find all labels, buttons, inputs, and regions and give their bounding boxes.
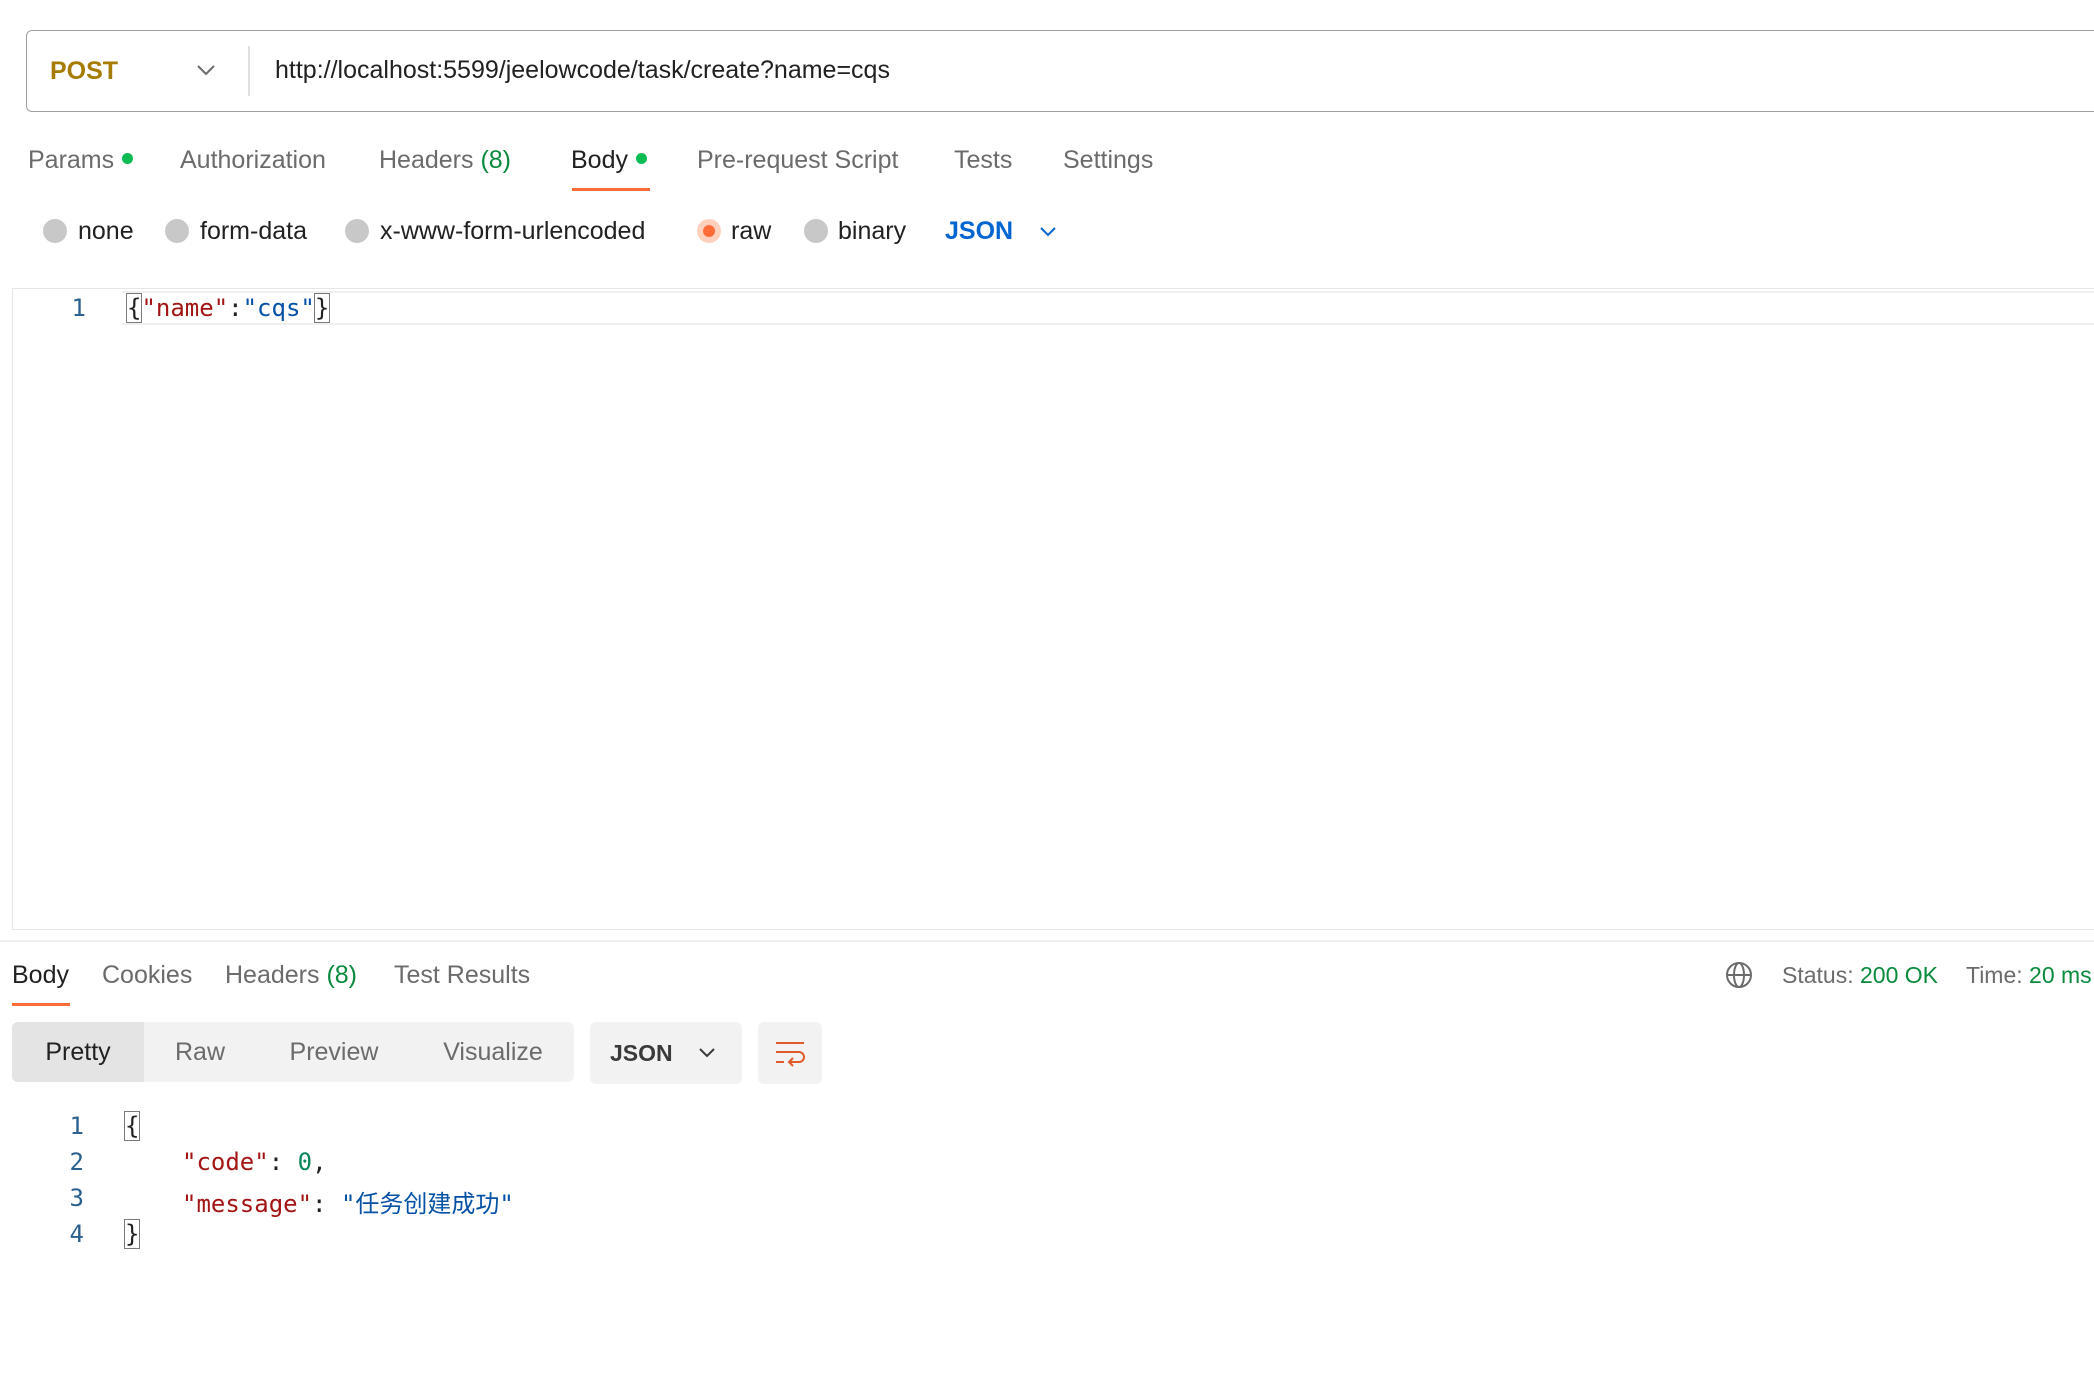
view-pretty-button[interactable]: Pretty <box>12 1022 144 1082</box>
tab-label: Settings <box>1063 146 1154 174</box>
wrap-lines-icon[interactable] <box>773 1037 807 1069</box>
radio-label-x-www-form-urlencoded[interactable]: x-www-form-urlencoded <box>380 211 645 251</box>
radio-label-binary[interactable]: binary <box>838 211 906 251</box>
brace-close: } <box>123 1219 141 1249</box>
time-label: Time: <box>1966 962 2023 988</box>
tab-label: Tests <box>954 146 1013 174</box>
response-time: Time: 20 ms <box>1966 955 2092 995</box>
response-line-message: "message": "任务创建成功" <box>182 1190 514 1218</box>
method-select[interactable]: POST <box>50 30 118 112</box>
response-divider <box>0 940 2094 942</box>
response-tab-headers[interactable]: Headers (8) <box>225 955 357 995</box>
response-tab-cookies[interactable]: Cookies <box>102 955 192 995</box>
response-line-code: "code": 0, <box>182 1148 327 1176</box>
tab-label: Pre-request Script <box>697 146 899 174</box>
radio-label-raw[interactable]: raw <box>731 211 771 251</box>
line-number: 1 <box>71 294 86 322</box>
radio-label-form-data[interactable]: form-data <box>200 211 307 251</box>
view-visualize-button[interactable]: Visualize <box>412 1022 574 1082</box>
response-brace-open: { <box>123 1111 141 1141</box>
brace-open: { <box>123 1111 141 1141</box>
brace-close: } <box>313 293 331 323</box>
response-format-label[interactable]: JSON <box>610 1022 673 1084</box>
tab-headers[interactable]: Headers (8) <box>379 140 511 180</box>
line-number: 3 <box>69 1184 84 1212</box>
active-line-highlight <box>122 291 2094 325</box>
time-value: 20 ms <box>2029 962 2092 988</box>
radio-raw[interactable] <box>697 219 721 243</box>
modified-dot <box>122 152 134 164</box>
active-tab-indicator <box>12 1003 70 1006</box>
active-tab-indicator <box>572 188 650 191</box>
line-number: 4 <box>69 1220 84 1248</box>
raw-language-select[interactable]: JSON <box>945 211 1013 251</box>
brace-open: { <box>125 293 143 323</box>
response-tab-test-results[interactable]: Test Results <box>394 955 530 995</box>
tab-label: Headers <box>379 146 474 174</box>
request-body-code[interactable]: {"name":"cqs"} <box>125 293 331 323</box>
globe-icon[interactable] <box>1724 960 1754 990</box>
chevron-down-icon[interactable] <box>192 56 220 84</box>
radio-label-none[interactable]: none <box>78 211 134 251</box>
headers-count: (8) <box>326 961 358 989</box>
json-string: "cqs" <box>242 294 315 322</box>
response-status: Status: 200 OK <box>1782 955 1938 995</box>
json-number: 0 <box>297 1148 313 1176</box>
modified-dot <box>635 152 647 164</box>
view-preview-button[interactable]: Preview <box>256 1022 412 1082</box>
response-tab-body[interactable]: Body <box>12 955 69 995</box>
tab-body[interactable]: Body <box>571 140 647 180</box>
radio-x-www-form-urlencoded[interactable] <box>345 219 369 243</box>
tab-tests[interactable]: Tests <box>954 140 1012 180</box>
json-key: "name" <box>141 294 229 322</box>
line-number: 2 <box>69 1148 84 1176</box>
tab-settings[interactable]: Settings <box>1063 140 1153 180</box>
tab-authorization[interactable]: Authorization <box>180 140 326 180</box>
json-key: "code" <box>182 1148 269 1176</box>
status-value: 200 OK <box>1860 962 1938 988</box>
tab-params[interactable]: Params <box>28 140 134 180</box>
json-string: "任务创建成功" <box>340 1190 514 1218</box>
tab-label: Authorization <box>180 146 326 174</box>
tab-label: Headers <box>225 961 320 989</box>
url-divider <box>248 46 250 96</box>
tab-pre-request-script[interactable]: Pre-request Script <box>697 140 898 180</box>
url-input[interactable]: http://localhost:5599/jeelowcode/task/cr… <box>275 30 890 112</box>
tab-label: Body <box>571 146 628 174</box>
response-brace-close: } <box>123 1219 141 1249</box>
status-label: Status: <box>1782 962 1854 988</box>
view-raw-button[interactable]: Raw <box>144 1022 256 1082</box>
headers-count: (8) <box>480 146 512 174</box>
line-number: 1 <box>69 1112 84 1140</box>
request-body-editor[interactable] <box>12 288 2094 930</box>
radio-none[interactable] <box>43 219 67 243</box>
radio-form-data[interactable] <box>165 219 189 243</box>
radio-binary[interactable] <box>804 219 828 243</box>
tab-label: Params <box>28 146 115 174</box>
json-key: "message" <box>182 1190 313 1218</box>
chevron-down-icon[interactable] <box>694 1040 720 1066</box>
chevron-down-icon[interactable] <box>1035 219 1061 245</box>
json-colon: : <box>228 294 243 322</box>
